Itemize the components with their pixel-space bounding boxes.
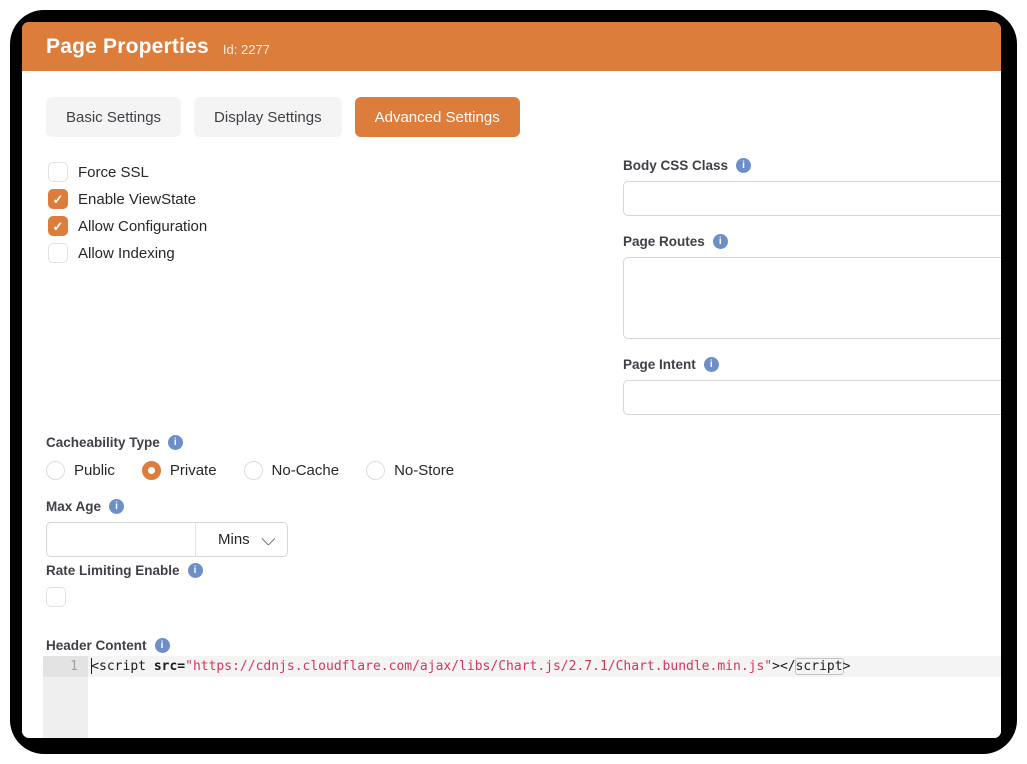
tab-label: Advanced Settings (375, 109, 500, 126)
code-token: ></ (772, 659, 795, 674)
public-radio[interactable] (46, 461, 65, 480)
allow-indexing-checkbox[interactable]: ✓ (48, 243, 68, 263)
private-radio[interactable] (142, 461, 161, 480)
code-token: src= (154, 659, 185, 674)
checkbox-label: Allow Indexing (78, 245, 175, 262)
radio-option-public: Public (46, 461, 115, 480)
checkbox-label: Enable ViewState (78, 191, 196, 208)
info-icon[interactable]: i (168, 435, 183, 450)
radio-label: Public (74, 462, 115, 479)
rate-limiting-enable-label: Rate Limiting Enable (46, 563, 180, 578)
info-icon[interactable]: i (188, 563, 203, 578)
checkbox-label: Allow Configuration (78, 218, 207, 235)
code-token: "https://cdnjs.cloudflare.com/ajax/libs/… (185, 659, 772, 674)
tab-advanced-settings[interactable]: Advanced Settings (355, 97, 520, 137)
checkbox-row-allow-configuration: ✓ Allow Configuration (48, 216, 207, 236)
page-intent-label: Page Intent (623, 357, 696, 372)
radio-label: No-Cache (272, 462, 340, 479)
max-age-label: Max Age (46, 499, 101, 514)
info-icon[interactable]: i (713, 234, 728, 249)
max-age-section: Max Age i Mins (46, 499, 288, 557)
page-properties-dialog: Page Properties Id: 2277 Basic Settings … (22, 22, 1001, 738)
tab-label: Basic Settings (66, 109, 161, 126)
info-icon[interactable]: i (736, 158, 751, 173)
dialog-titlebar: Page Properties Id: 2277 (22, 22, 1001, 71)
max-age-unit-value: Mins (218, 531, 250, 548)
body-css-class-label-row: Body CSS Class i (623, 158, 1001, 173)
max-age-input-group: Mins (46, 522, 288, 557)
checkbox-row-force-ssl: ✓ Force SSL (48, 162, 207, 182)
rate-limiting-label-row: Rate Limiting Enable i (46, 563, 203, 578)
header-content-label-row: Header Content i (46, 638, 170, 653)
tab-basic-settings[interactable]: Basic Settings (46, 97, 181, 137)
checkbox-row-allow-indexing: ✓ Allow Indexing (48, 243, 207, 263)
page-intent-input[interactable] (623, 380, 1001, 415)
page-id-label: Id: 2277 (223, 42, 270, 57)
header-content-code-editor[interactable]: 1 <script src="https://cdnjs.cloudflare.… (43, 656, 1001, 738)
max-age-input[interactable] (46, 522, 196, 557)
checkbox-label: Force SSL (78, 164, 149, 181)
force-ssl-checkbox[interactable]: ✓ (48, 162, 68, 182)
page-option-checkboxes: ✓ Force SSL ✓ Enable ViewState ✓ Allow C… (48, 162, 207, 263)
body-css-class-label: Body CSS Class (623, 158, 728, 173)
cacheability-label-row: Cacheability Type i (46, 435, 454, 450)
checkmark-icon: ✓ (53, 220, 64, 233)
checkbox-row-enable-viewstate: ✓ Enable ViewState (48, 189, 207, 209)
page-routes-label: Page Routes (623, 234, 705, 249)
code-token: script (796, 659, 843, 674)
chevron-down-icon (261, 531, 275, 545)
allow-configuration-checkbox[interactable]: ✓ (48, 216, 68, 236)
code-editor-text-area[interactable]: <script src="https://cdnjs.cloudflare.co… (88, 656, 1001, 738)
radio-option-no-cache: No-Cache (244, 461, 340, 480)
code-token: <script (91, 659, 154, 674)
page-intent-label-row: Page Intent i (623, 357, 1001, 372)
cacheability-radio-group: Public Private No-Cache No-Store (46, 461, 454, 480)
code-editor-gutter: 1 (43, 656, 88, 738)
radio-label: Private (170, 462, 217, 479)
radio-option-private: Private (142, 461, 217, 480)
info-icon[interactable]: i (109, 499, 124, 514)
code-token: > (843, 659, 851, 674)
enable-viewstate-checkbox[interactable]: ✓ (48, 189, 68, 209)
tab-label: Display Settings (214, 109, 322, 126)
right-column-fields: Body CSS Class i Page Routes i Page Inte… (623, 158, 1001, 415)
radio-label: No-Store (394, 462, 454, 479)
info-icon[interactable]: i (704, 357, 719, 372)
no-cache-radio[interactable] (244, 461, 263, 480)
line-number: 1 (43, 656, 88, 677)
rate-limiting-checkbox[interactable]: ✓ (46, 587, 66, 607)
header-content-label: Header Content (46, 638, 147, 653)
no-store-radio[interactable] (366, 461, 385, 480)
window-frame: Page Properties Id: 2277 Basic Settings … (10, 10, 1017, 754)
tab-display-settings[interactable]: Display Settings (194, 97, 342, 137)
checkmark-icon: ✓ (53, 193, 64, 206)
rate-limiting-section: Rate Limiting Enable i ✓ (46, 563, 203, 607)
page-routes-textarea[interactable] (623, 257, 1001, 339)
cacheability-section: Cacheability Type i Public Private No-Ca… (46, 435, 454, 480)
body-css-class-input[interactable] (623, 181, 1001, 216)
page-routes-label-row: Page Routes i (623, 234, 1001, 249)
radio-option-no-store: No-Store (366, 461, 454, 480)
cacheability-type-label: Cacheability Type (46, 435, 160, 450)
max-age-unit-select[interactable]: Mins (196, 522, 288, 557)
code-line: <script src="https://cdnjs.cloudflare.co… (88, 656, 1001, 677)
settings-tabs: Basic Settings Display Settings Advanced… (46, 97, 520, 137)
dialog-title: Page Properties (46, 35, 209, 59)
info-icon[interactable]: i (155, 638, 170, 653)
max-age-label-row: Max Age i (46, 499, 288, 514)
